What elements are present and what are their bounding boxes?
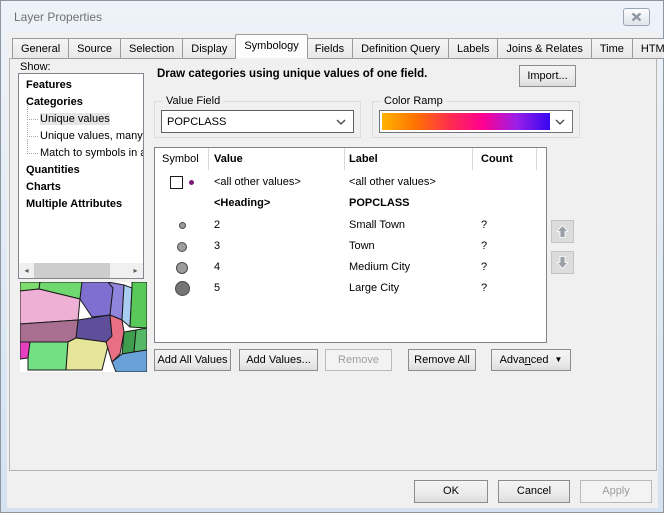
color-ramp-gradient [382, 113, 550, 130]
close-icon [631, 13, 642, 22]
show-tree: Features Categories Unique values Unique… [18, 73, 144, 279]
tab-labels[interactable]: Labels [449, 38, 498, 59]
tab-selection[interactable]: Selection [121, 38, 183, 59]
state-polygon [20, 320, 78, 344]
table-row[interactable]: <all other values> <all other values> [155, 172, 546, 193]
move-up-button[interactable] [551, 220, 574, 243]
state-polygon [66, 338, 108, 370]
state-polygon [28, 342, 68, 370]
tree-item-multiple-attributes[interactable]: Multiple Attributes [19, 196, 143, 213]
column-header-value[interactable]: Value [209, 148, 345, 170]
add-values-button[interactable]: Add Values... [239, 349, 318, 371]
tab-symbology[interactable]: Symbology [235, 34, 307, 59]
unique-values-table: Symbol Value Label Count <all other valu… [154, 147, 547, 343]
state-polygon [130, 282, 147, 328]
method-description: Draw categories using unique values of o… [157, 68, 427, 80]
tree-item-quantities[interactable]: Quantities [19, 162, 143, 179]
gray-dot-icon [176, 262, 188, 274]
gray-dot-icon [179, 222, 186, 229]
state-polygon [80, 282, 113, 317]
advanced-button[interactable]: Advanced▼ [491, 349, 571, 371]
value-field-group: Value Field POPCLASS [154, 101, 361, 138]
tree-horizontal-scrollbar[interactable]: ◂ ▸ [19, 263, 143, 278]
color-ramp-group-label: Color Ramp [381, 95, 446, 107]
tab-strip: General Source Selection Display Symbolo… [12, 36, 664, 59]
ok-button[interactable]: OK [414, 480, 488, 503]
tab-time[interactable]: Time [592, 38, 633, 59]
tree-item-match-symbols[interactable]: Match to symbols in a [19, 145, 143, 162]
tab-general[interactable]: General [12, 38, 69, 59]
purple-dot-icon [189, 180, 194, 185]
dialog-body: General Source Selection Display Symbolo… [7, 32, 658, 508]
tab-definition-query[interactable]: Definition Query [353, 38, 449, 59]
remove-all-button[interactable]: Remove All [408, 349, 476, 371]
tree-item-charts[interactable]: Charts [19, 179, 143, 196]
arrow-up-icon [555, 224, 570, 239]
column-header-symbol[interactable]: Symbol [155, 148, 209, 170]
color-ramp-dropdown[interactable] [379, 110, 573, 133]
tree-item-features[interactable]: Features [19, 77, 143, 94]
import-button[interactable]: Import... [519, 65, 576, 87]
state-polygon [76, 315, 112, 342]
arrow-down-icon [555, 255, 570, 270]
table-row[interactable]: 2 Small Town ? [155, 215, 546, 236]
apply-button[interactable]: Apply [580, 480, 652, 503]
title-bar[interactable]: Layer Properties [1, 1, 663, 32]
tab-fields[interactable]: Fields [307, 38, 353, 59]
symbology-tab-page: Show: Features Categories Unique values … [9, 58, 657, 471]
scrollbar-thumb[interactable] [34, 263, 110, 278]
gray-dot-icon [175, 281, 190, 296]
states-map-thumbnail [20, 282, 147, 372]
table-header-row: Symbol Value Label Count [155, 148, 546, 170]
layer-properties-dialog: Layer Properties General Source Selectio… [0, 0, 664, 513]
dropdown-caret-icon: ▼ [555, 350, 563, 370]
move-down-button[interactable] [551, 251, 574, 274]
column-header-label[interactable]: Label [345, 148, 473, 170]
all-other-values-symbol[interactable] [155, 172, 209, 193]
chevron-down-icon [336, 119, 346, 125]
table-row-heading[interactable]: <Heading> POPCLASS [155, 193, 546, 214]
state-polygon [134, 328, 147, 352]
chevron-down-icon [555, 119, 565, 125]
show-label: Show: [20, 61, 51, 73]
map-preview [20, 282, 147, 372]
close-button[interactable] [623, 8, 650, 26]
gray-dot-icon [177, 242, 187, 252]
tab-display[interactable]: Display [183, 38, 236, 59]
dialog-title: Layer Properties [14, 10, 102, 24]
cancel-button[interactable]: Cancel [498, 480, 570, 503]
add-all-values-button[interactable]: Add All Values [154, 349, 231, 371]
scroll-right-icon[interactable]: ▸ [128, 263, 143, 278]
color-ramp-group: Color Ramp [372, 101, 580, 138]
value-field-dropdown[interactable]: POPCLASS [161, 110, 354, 133]
table-row[interactable]: 4 Medium City ? [155, 257, 546, 278]
tab-source[interactable]: Source [69, 38, 121, 59]
tab-html-popup[interactable]: HTML Popup [633, 38, 664, 59]
table-row[interactable]: 3 Town ? [155, 236, 546, 257]
remove-button[interactable]: Remove [325, 349, 392, 371]
value-field-group-label: Value Field [163, 95, 223, 107]
column-header-count[interactable]: Count [473, 148, 537, 170]
table-row[interactable]: 5 Large City ? [155, 278, 546, 299]
tab-joins-relates[interactable]: Joins & Relates [498, 38, 591, 59]
all-other-values-checkbox[interactable] [170, 176, 183, 189]
value-field-selected: POPCLASS [162, 116, 226, 128]
scroll-left-icon[interactable]: ◂ [19, 263, 34, 278]
